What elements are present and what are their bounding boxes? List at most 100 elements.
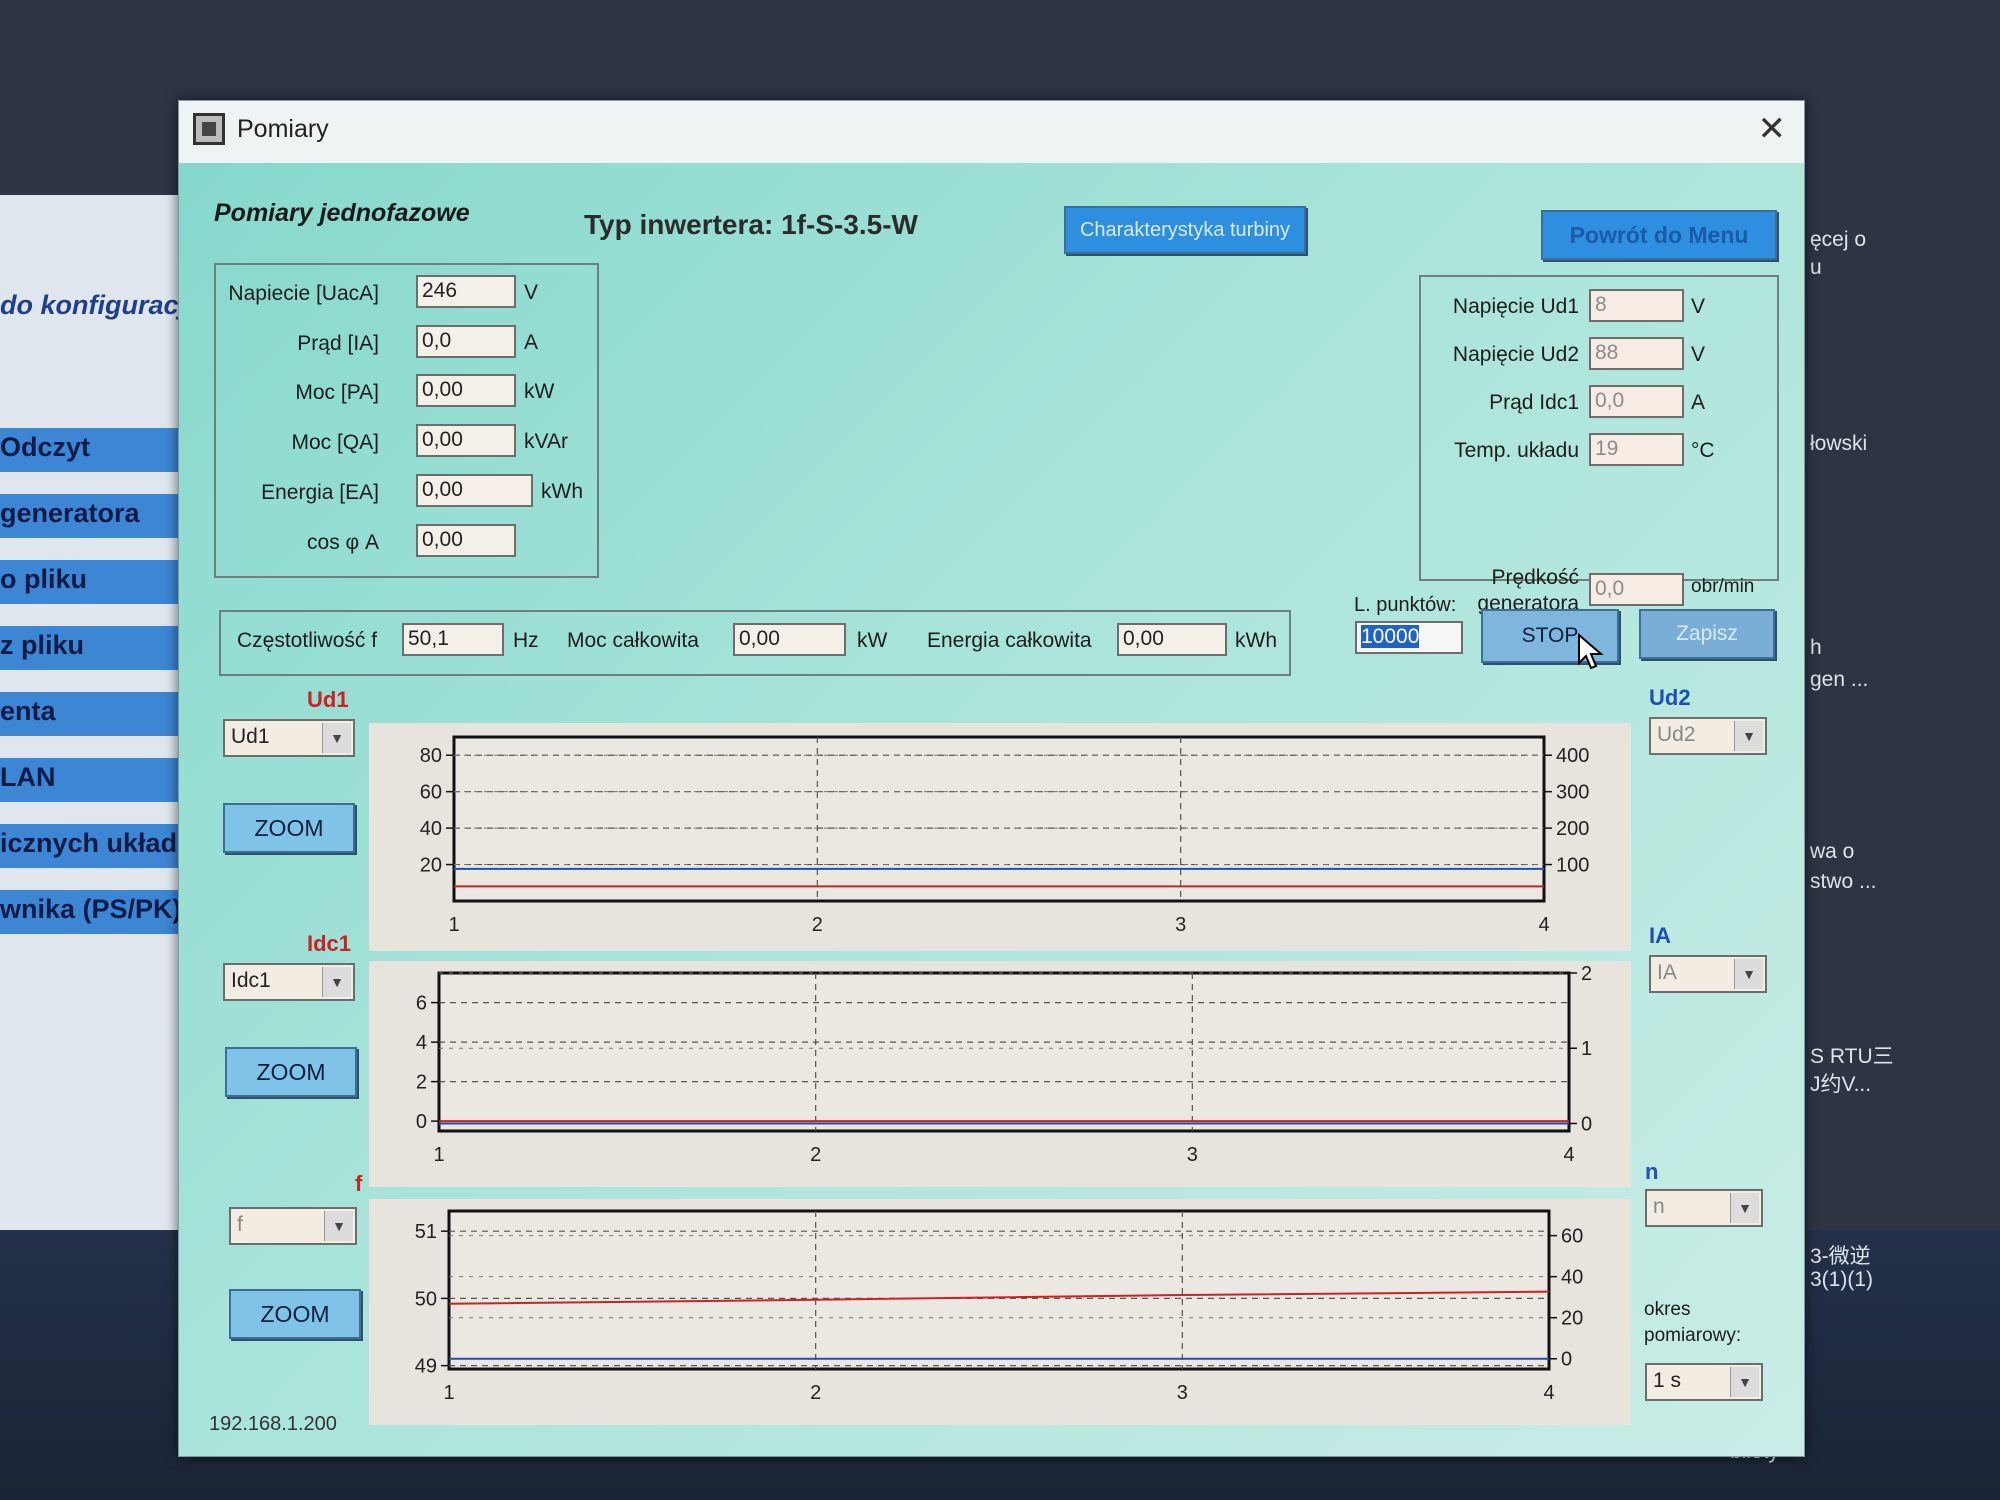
points-input[interactable]: 10000 — [1355, 621, 1463, 654]
background-menu-item[interactable]: LAN — [0, 758, 200, 802]
mouse-cursor-icon — [1578, 633, 1604, 670]
ac-label: Energia [EA] — [261, 481, 379, 504]
y-right-tick-label: 0 — [1581, 1113, 1592, 1135]
background-menu-item[interactable]: z pliku — [0, 626, 200, 670]
chart3-zoom-button[interactable]: ZOOM — [229, 1289, 361, 1339]
background-text: S RTU三 — [1810, 1045, 1894, 1068]
period-label-1: okres — [1644, 1299, 1691, 1320]
y-left-tick-label: 20 — [420, 855, 442, 877]
frequency-unit: Hz — [513, 629, 539, 652]
y-left-tick-label: 60 — [420, 782, 442, 804]
y-left-tick-label: 80 — [420, 745, 442, 767]
background-menu-item[interactable]: Odczyt — [0, 428, 200, 472]
x-tick-label: 4 — [1563, 1144, 1574, 1166]
ac-value-field[interactable]: 0,00 — [416, 424, 516, 457]
chart2-right-select[interactable]: IA ▼ — [1649, 955, 1767, 993]
save-button[interactable]: Zapisz — [1639, 609, 1775, 659]
x-tick-label: 4 — [1538, 914, 1549, 936]
frequency-field[interactable]: 50,1 — [402, 623, 504, 656]
back-to-menu-button[interactable]: Powrót do Menu — [1541, 210, 1777, 260]
dc-label: Prąd Idc1 — [1489, 391, 1579, 414]
generator-speed-field[interactable]: 0,0 — [1589, 573, 1684, 606]
chart3-left-title: f — [355, 1171, 363, 1196]
ac-unit: A — [524, 331, 539, 354]
chart3-right-select[interactable]: n ▼ — [1645, 1189, 1763, 1227]
background-menu-item[interactable]: icznych układu — [0, 824, 200, 868]
total-power-unit: kW — [857, 629, 888, 652]
ac-unit: V — [524, 281, 539, 304]
ip-address: 192.168.1.200 — [209, 1413, 337, 1435]
turbine-characteristic-button[interactable]: Charakterystyka turbiny — [1064, 206, 1306, 254]
chart-ud: 20 40 60 80 100 200 300 400 1 2 3 4 — [369, 723, 1631, 951]
ac-value-field[interactable]: 0,00 — [416, 374, 516, 407]
close-icon[interactable]: ✕ — [1758, 109, 1787, 149]
chevron-down-icon: ▼ — [322, 723, 351, 753]
x-tick-label: 1 — [448, 914, 459, 936]
chart1-right-title: Ud2 — [1649, 685, 1691, 710]
chart2-right-title: IA — [1649, 923, 1671, 948]
total-power-field[interactable]: 0,00 — [733, 623, 846, 656]
ac-value-field[interactable]: 0,00 — [416, 524, 516, 557]
dc-value-field[interactable]: 88 — [1589, 337, 1684, 370]
background-text: 3(1)(1) — [1810, 1268, 1874, 1291]
background-menu-item[interactable]: enta — [0, 692, 200, 736]
ac-label: cos φ A — [307, 531, 379, 554]
chart1-left-select[interactable]: Ud1 ▼ — [223, 719, 355, 757]
dc-value-field[interactable]: 19 — [1589, 433, 1684, 466]
background-menu-item[interactable]: wnika (PS/PK) — [0, 890, 200, 934]
background-text: łowski — [1810, 432, 1868, 455]
chart2-left-select[interactable]: Idc1 ▼ — [223, 963, 355, 1001]
y-left-tick-label: 40 — [420, 818, 442, 840]
y-right-tick-label: 60 — [1561, 1226, 1583, 1248]
y-right-tick-label: 20 — [1561, 1308, 1583, 1330]
period-select[interactable]: 1 s ▼ — [1645, 1363, 1763, 1401]
chart1-zoom-button[interactable]: ZOOM — [223, 803, 355, 853]
period-label-2: pomiarowy: — [1644, 1325, 1742, 1346]
points-label: L. punktów: — [1354, 594, 1457, 616]
ac-unit: kVAr — [524, 430, 568, 453]
dc-label: Napięcie Ud2 — [1452, 343, 1579, 366]
dc-value-field[interactable]: 0,0 — [1589, 385, 1684, 418]
background-text: wa o — [1810, 840, 1855, 863]
x-tick-label: 4 — [1543, 1382, 1554, 1404]
background-text: ęcej o — [1810, 228, 1867, 251]
dc-value-field[interactable]: 8 — [1589, 289, 1684, 322]
y-right-tick-label: 2 — [1581, 963, 1592, 985]
background-menu-item[interactable]: o pliku — [0, 560, 200, 604]
x-tick-label: 2 — [812, 914, 823, 936]
chart2-zoom-button[interactable]: ZOOM — [225, 1047, 357, 1097]
app-icon — [193, 113, 225, 145]
chart3-right-select-value: n — [1653, 1195, 1665, 1218]
chart1-right-select[interactable]: Ud2 ▼ — [1649, 717, 1767, 755]
background-menu-item[interactable]: generatora — [0, 494, 200, 538]
total-energy-label: Energia całkowita — [927, 629, 1092, 652]
chart2-left-select-value: Idc1 — [231, 969, 271, 992]
x-tick-label: 2 — [810, 1382, 821, 1404]
total-energy-field[interactable]: 0,00 — [1117, 623, 1227, 656]
chart3-right-title: n — [1645, 1159, 1659, 1184]
x-tick-label: 1 — [443, 1382, 454, 1404]
ac-unit: kWh — [541, 480, 583, 503]
y-right-tick-label: 40 — [1561, 1267, 1583, 1289]
ac-value-field[interactable]: 246 — [416, 275, 516, 308]
chart1-right-select-value: Ud2 — [1657, 723, 1696, 746]
y-right-tick-label: 0 — [1561, 1349, 1572, 1371]
chart3-left-select[interactable]: f ▼ — [229, 1207, 357, 1245]
chart3-left-select-value: f — [237, 1213, 243, 1236]
y-right-tick-label: 200 — [1556, 818, 1589, 840]
period-select-value: 1 s — [1653, 1369, 1682, 1392]
dc-unit: °C — [1691, 439, 1715, 462]
background-text: 3-微逆 — [1810, 1245, 1871, 1268]
dc-unit: A — [1691, 391, 1706, 414]
y-left-tick-label: 0 — [416, 1111, 427, 1133]
pomiary-window: Pomiary ✕ Pomiary jednofazowe Typ inwert… — [178, 100, 1805, 1457]
plot-area — [452, 735, 1546, 903]
generator-speed-unit: obr/min — [1691, 576, 1755, 597]
frequency-label: Częstotliwość f — [237, 629, 378, 652]
ac-value-field[interactable]: 0,0 — [416, 325, 516, 358]
chart2-left-title: Idc1 — [307, 931, 352, 956]
y-right-tick-label: 100 — [1556, 855, 1589, 877]
ac-value-field[interactable]: 0,00 — [416, 474, 533, 507]
background-text: u — [1810, 256, 1822, 279]
y-left-tick-label: 49 — [415, 1356, 437, 1378]
